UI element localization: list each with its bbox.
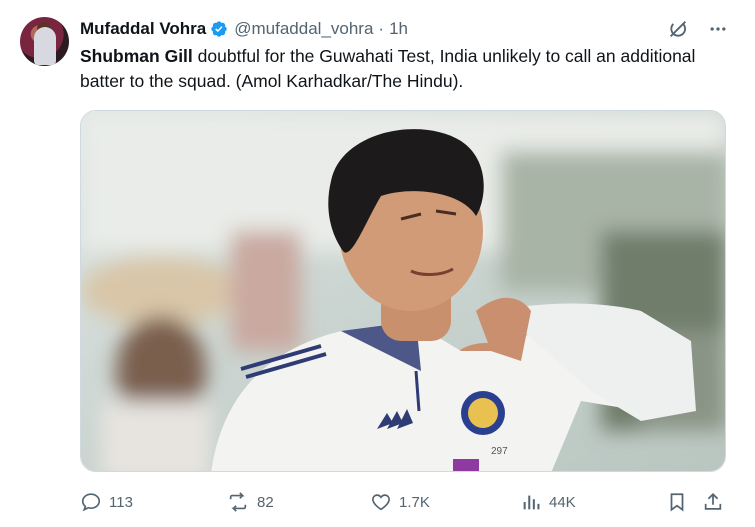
share-icon: [702, 491, 724, 513]
tweet-text: Shubman Gill doubtful for the Guwahati T…: [80, 44, 720, 94]
share-button[interactable]: [702, 488, 724, 516]
timestamp[interactable]: 1h: [389, 19, 408, 39]
reply-count: 113: [109, 493, 133, 511]
repost-count: 82: [257, 493, 274, 511]
repost-button[interactable]: 82: [226, 488, 274, 516]
repost-icon: [226, 491, 250, 513]
grok-icon[interactable]: [665, 16, 691, 42]
top-actions: [665, 16, 731, 42]
jersey-number: 297: [491, 446, 508, 457]
tweet-image[interactable]: 297: [80, 110, 726, 472]
avatar[interactable]: [20, 17, 69, 66]
tweet[interactable]: Mufaddal Vohra @mufaddal_vohra · 1h Shub…: [0, 0, 755, 527]
more-icon[interactable]: [705, 16, 731, 42]
tweet-text-bold[interactable]: Shubman Gill: [80, 46, 193, 66]
views-count: 44K: [549, 493, 576, 511]
like-count: 1.7K: [399, 493, 430, 511]
verified-badge-icon[interactable]: [210, 20, 228, 38]
avatar-figure: [34, 27, 56, 65]
bookmark-icon: [666, 491, 688, 513]
separator: ·: [378, 19, 385, 38]
like-icon: [370, 491, 392, 513]
bookmark-button[interactable]: [666, 488, 688, 516]
like-button[interactable]: 1.7K: [370, 488, 430, 516]
reply-button[interactable]: 113: [80, 488, 133, 516]
tweet-header: Mufaddal Vohra @mufaddal_vohra · 1h: [80, 17, 408, 41]
author-handle[interactable]: @mufaddal_vohra: [234, 19, 373, 39]
photo-player-illustration: 297: [81, 111, 725, 471]
action-bar: 113 82 1.7K 44K: [80, 488, 730, 516]
views-button[interactable]: 44K: [520, 488, 576, 516]
author-name[interactable]: Mufaddal Vohra: [80, 19, 206, 39]
views-icon: [520, 491, 542, 513]
reply-icon: [80, 491, 102, 513]
